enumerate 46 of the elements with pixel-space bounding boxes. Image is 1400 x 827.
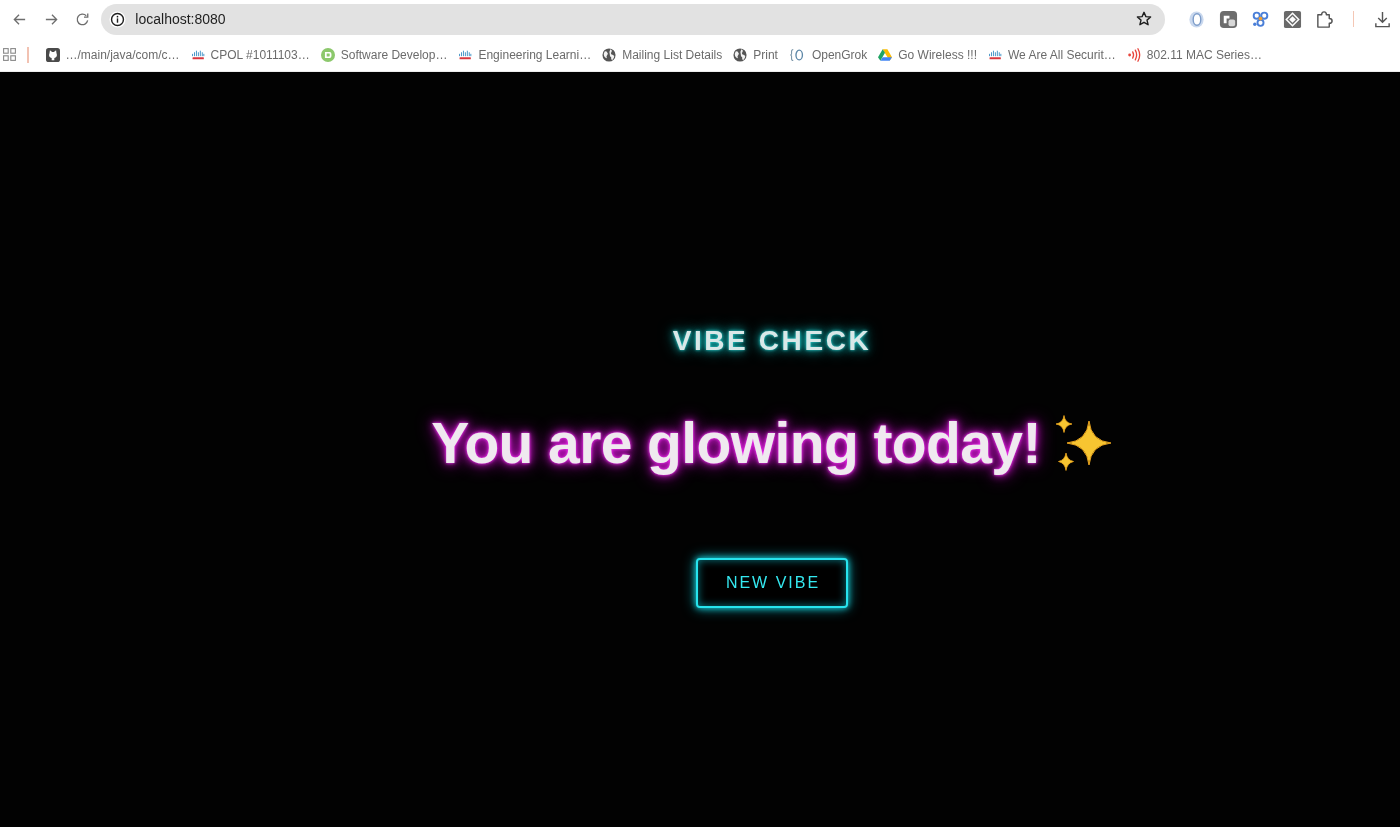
bookmark-link[interactable]: Mailing List Details <box>598 43 727 66</box>
sparkles-icon <box>1054 415 1113 471</box>
bookmark-link[interactable]: We Are All Securit… <box>983 43 1120 66</box>
extensions-button[interactable] <box>1315 9 1334 29</box>
star-icon <box>1136 11 1152 27</box>
puzzle-icon <box>1315 9 1334 29</box>
network-icon <box>1251 9 1270 29</box>
bookmark-link[interactable]: Software Develop… <box>316 43 452 66</box>
extension-button[interactable] <box>1219 9 1238 29</box>
bookmark-link[interactable]: Go Wireless !!! <box>874 43 981 66</box>
bars-logo-icon <box>190 47 205 62</box>
tile-logo-icon <box>1219 9 1238 29</box>
extension-button[interactable] <box>1251 9 1270 29</box>
signal-waves-icon <box>1126 47 1141 62</box>
bookmark-link[interactable]: OpenGrok <box>784 43 872 66</box>
extension-button[interactable] <box>1283 9 1302 29</box>
bookmark-link[interactable]: Print <box>729 43 782 66</box>
info-icon <box>109 10 127 28</box>
ring-icon <box>1187 9 1206 29</box>
bars-logo-icon <box>458 47 473 62</box>
bars-logo-icon <box>987 47 1002 62</box>
bookmark-star-button[interactable] <box>1135 10 1153 28</box>
diamond-tile-icon <box>1283 9 1302 29</box>
cat-tile-icon <box>45 47 60 62</box>
reload-icon <box>75 11 91 27</box>
download-icon <box>1373 9 1392 29</box>
bookmark-link[interactable]: CPOL #1011103… <box>186 43 314 66</box>
address-bar[interactable]: localhost:8080 <box>101 3 1165 35</box>
extension-button[interactable] <box>1187 9 1206 29</box>
glowing-message: You are glowing today! <box>431 410 1041 477</box>
grid-icon <box>3 48 16 61</box>
bookmark-link[interactable]: …/main/java/com/c… <box>41 43 184 66</box>
bookmark-link[interactable]: 802.11 MAC Series… <box>1122 43 1266 66</box>
download-button[interactable] <box>1373 9 1392 29</box>
new-vibe-button[interactable]: NEW VIBE <box>695 558 849 608</box>
back-arrow-icon <box>12 11 28 27</box>
globe-icon <box>602 47 617 62</box>
triangle-logo-icon <box>878 47 893 62</box>
globe-icon <box>733 47 748 62</box>
forward-arrow-icon <box>43 11 59 27</box>
url-field[interactable]: localhost:8080 <box>135 9 1135 29</box>
round-badge-icon <box>320 47 335 62</box>
brace-ring-icon <box>788 47 806 62</box>
eyebrow-title: VIBE CHECK <box>672 324 872 358</box>
bookmark-link[interactable]: Engineering Learni… <box>454 43 596 66</box>
apps-button[interactable] <box>3 48 16 61</box>
